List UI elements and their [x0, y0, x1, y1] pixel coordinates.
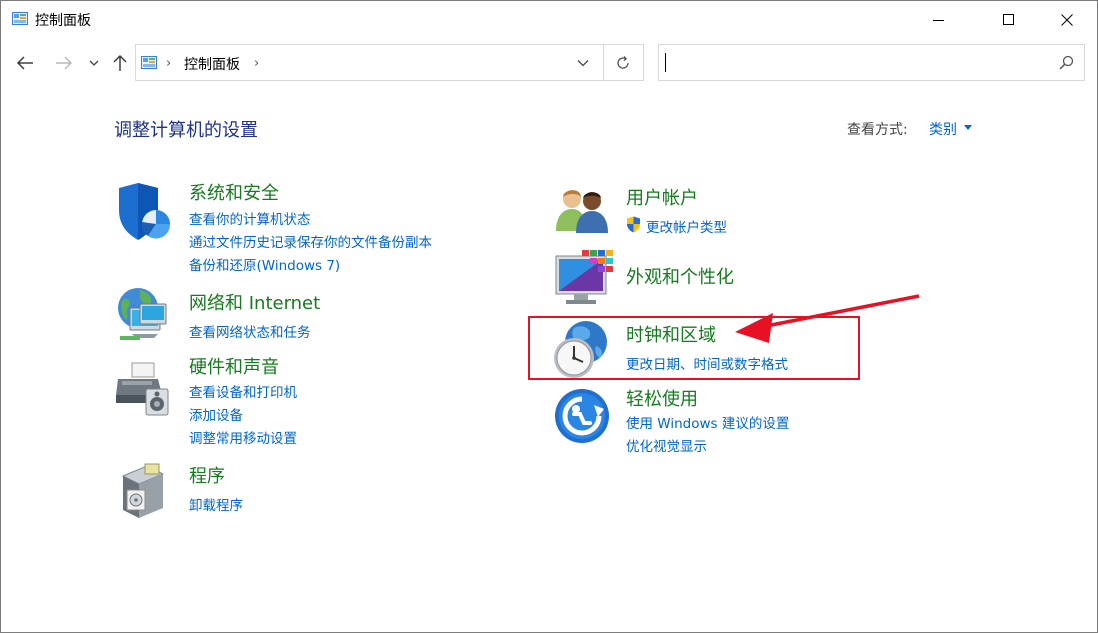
link-optimize-visual-display[interactable]: 优化视觉显示 — [626, 435, 707, 455]
link-windows-recommended-settings[interactable]: 使用 Windows 建议的设置 — [626, 412, 789, 432]
text-caret — [665, 53, 666, 72]
close-button[interactable] — [1044, 1, 1090, 39]
category-user-accounts[interactable]: 用户帐户 — [626, 184, 698, 210]
users-icon[interactable] — [554, 185, 610, 241]
programs-box-icon[interactable] — [117, 462, 173, 518]
close-icon — [1061, 14, 1073, 26]
link-devices-printers[interactable]: 查看设备和打印机 — [189, 381, 297, 401]
caret-down-icon[interactable] — [964, 125, 972, 130]
category-appearance-personalization[interactable]: 外观和个性化 — [626, 263, 734, 289]
ease-of-access-icon[interactable] — [554, 387, 610, 443]
refresh-button[interactable] — [610, 51, 636, 75]
forward-arrow-icon — [56, 56, 72, 70]
window-title: 控制面板 — [35, 13, 91, 29]
control-panel-location-icon — [141, 55, 157, 71]
link-backup-restore[interactable]: 备份和还原(Windows 7) — [189, 254, 340, 274]
link-file-history-backup[interactable]: 通过文件历史记录保存你的文件备份副本 — [189, 231, 432, 251]
back-button[interactable] — [14, 51, 36, 75]
search-box[interactable] — [658, 44, 1085, 81]
category-programs[interactable]: 程序 — [189, 462, 225, 488]
category-network-internet[interactable]: 网络和 Internet — [189, 289, 320, 315]
address-divider — [603, 45, 604, 80]
refresh-icon — [617, 56, 629, 69]
title-bar[interactable]: 控制面板 — [1, 1, 1097, 39]
chevron-down-icon — [89, 60, 99, 66]
maximize-button[interactable] — [986, 1, 1032, 39]
category-ease-of-access[interactable]: 轻松使用 — [626, 385, 698, 411]
control-panel-app-icon — [12, 11, 28, 27]
breadcrumb-chevron-icon[interactable]: › — [254, 56, 259, 71]
category-hardware-sound[interactable]: 硬件和声音 — [189, 353, 279, 379]
address-history-dropdown[interactable] — [572, 51, 594, 75]
forward-button[interactable] — [53, 51, 75, 75]
up-arrow-icon — [113, 55, 127, 71]
maximize-icon — [1003, 14, 1014, 25]
minimize-icon — [933, 20, 944, 21]
search-input[interactable] — [663, 51, 1047, 75]
link-add-device[interactable]: 添加设备 — [189, 404, 243, 424]
link-uninstall-program[interactable]: 卸载程序 — [189, 494, 243, 514]
printer-speaker-icon[interactable] — [114, 359, 170, 416]
up-button[interactable] — [109, 51, 131, 75]
uac-shield-icon — [627, 216, 640, 233]
link-view-computer-status[interactable]: 查看你的计算机状态 — [189, 208, 311, 228]
chevron-down-icon — [577, 60, 589, 67]
minimize-button[interactable] — [916, 1, 962, 39]
breadcrumb-control-panel[interactable]: 控制面板 — [184, 54, 240, 74]
back-arrow-icon — [17, 56, 33, 70]
annotation-highlight-box — [528, 316, 860, 380]
shield-icon[interactable] — [114, 182, 171, 240]
search-icon[interactable] — [1059, 55, 1074, 70]
link-change-account-type[interactable]: 更改帐户类型 — [646, 216, 727, 236]
breadcrumb-chevron-icon[interactable]: › — [166, 56, 171, 71]
view-by-label: 查看方式: — [847, 122, 908, 138]
view-by-dropdown[interactable]: 类别 — [929, 119, 957, 139]
category-system-security[interactable]: 系统和安全 — [189, 179, 279, 205]
control-panel-window: 控制面板 › 控制面板 › 调整计算机的设置 查看方式: 类别 系统和安全 查看… — [0, 0, 1098, 633]
recent-locations-button[interactable] — [84, 51, 104, 75]
page-title: 调整计算机的设置 — [114, 120, 258, 141]
link-network-status[interactable]: 查看网络状态和任务 — [189, 321, 311, 341]
address-bar[interactable]: › 控制面板 › — [135, 44, 644, 81]
network-globe-icon[interactable] — [114, 286, 170, 342]
monitor-personalize-icon[interactable] — [554, 250, 614, 306]
link-mobility-settings[interactable]: 调整常用移动设置 — [189, 427, 297, 447]
